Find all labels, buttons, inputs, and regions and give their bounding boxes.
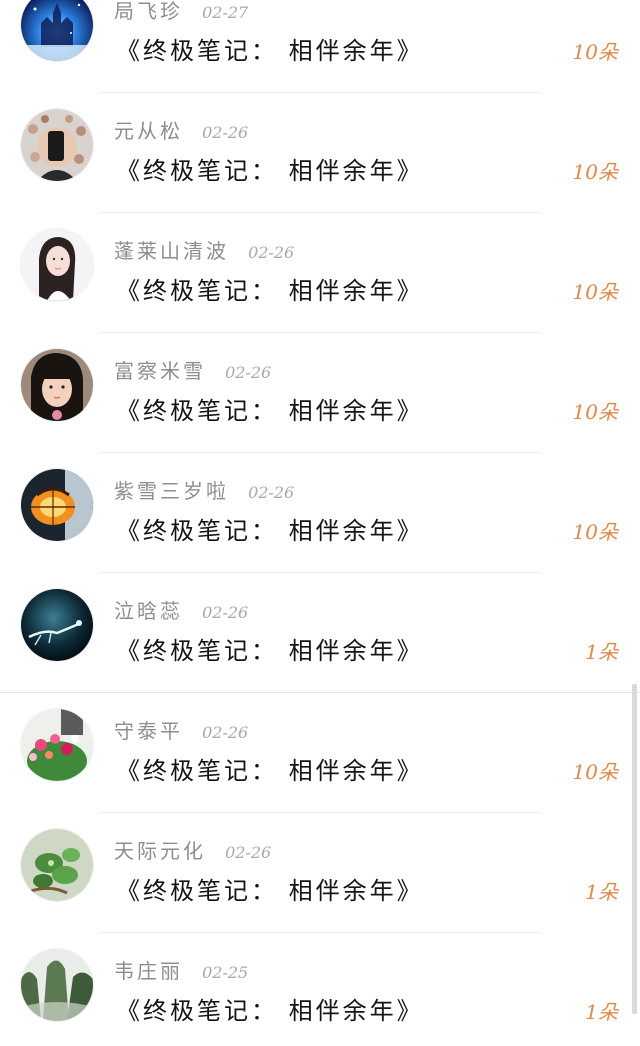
flower-count: 10朵 bbox=[572, 280, 618, 304]
flower-count: 10朵 bbox=[572, 400, 618, 424]
gift-date: 02-26 bbox=[248, 483, 295, 502]
flowers-avatar-icon[interactable] bbox=[21, 709, 93, 781]
list-item[interactable]: 紫雪三岁啦 02-26 《终极笔记： 相伴余年》 10朵 bbox=[0, 432, 640, 573]
list-item[interactable]: 守泰平 02-26 《终极笔记： 相伴余年》 10朵 bbox=[0, 672, 640, 813]
gift-date: 02-26 bbox=[202, 603, 249, 622]
gift-book-title: 《终极笔记： 相伴余年》 bbox=[116, 637, 424, 665]
gift-book-title: 《终极笔记： 相伴余年》 bbox=[116, 397, 424, 425]
flower-count: 1朵 bbox=[585, 880, 618, 904]
night-castle-avatar-icon[interactable] bbox=[21, 0, 93, 61]
gift-date: 02-27 bbox=[202, 3, 249, 22]
list-item[interactable]: 元从松 02-26 《终极笔记： 相伴余年》 10朵 bbox=[0, 72, 640, 213]
user-name[interactable]: 蓬莱山清波 bbox=[114, 239, 229, 263]
user-name[interactable]: 局飞珍 bbox=[114, 0, 183, 23]
list-item[interactable]: 韦庄丽 02-25 《终极笔记： 相伴余年》 1朵 bbox=[0, 912, 640, 1032]
gift-book-title: 《终极笔记： 相伴余年》 bbox=[116, 997, 424, 1025]
gift-book-title: 《终极笔记： 相伴余年》 bbox=[116, 757, 424, 785]
girl-portrait-avatar-icon[interactable] bbox=[21, 229, 93, 301]
plant-avatar-icon[interactable] bbox=[21, 829, 93, 901]
gift-date: 02-26 bbox=[225, 843, 272, 862]
gift-book-title: 《终极笔记： 相伴余年》 bbox=[116, 877, 424, 905]
gift-date: 02-26 bbox=[225, 363, 272, 382]
underwater-avatar-icon[interactable] bbox=[21, 589, 93, 661]
flower-count: 10朵 bbox=[572, 760, 618, 784]
lantern-avatar-icon[interactable] bbox=[21, 469, 93, 541]
gift-date: 02-25 bbox=[202, 963, 249, 982]
user-name[interactable]: 守泰平 bbox=[114, 719, 183, 743]
user-name[interactable]: 富察米雪 bbox=[114, 359, 206, 383]
list-item[interactable]: 蓬莱山清波 02-26 《终极笔记： 相伴余年》 10朵 bbox=[0, 192, 640, 333]
user-name[interactable]: 紫雪三岁啦 bbox=[114, 479, 229, 503]
gift-book-title: 《终极笔记： 相伴余年》 bbox=[116, 157, 424, 185]
gift-book-title: 《终极笔记： 相伴余年》 bbox=[116, 37, 424, 65]
user-name[interactable]: 泣晗蕊 bbox=[114, 599, 183, 623]
flower-count: 10朵 bbox=[572, 160, 618, 184]
mountain-avatar-icon[interactable] bbox=[21, 949, 93, 1021]
gift-book-title: 《终极笔记： 相伴余年》 bbox=[116, 277, 424, 305]
scrollbar[interactable] bbox=[632, 684, 637, 1014]
phone-selfie-avatar-icon[interactable] bbox=[21, 109, 93, 181]
user-name[interactable]: 天际元化 bbox=[114, 839, 206, 863]
flower-count: 10朵 bbox=[572, 40, 618, 64]
gift-date: 02-26 bbox=[202, 123, 249, 142]
gift-record-list: 局飞珍 02-27 《终极笔记： 相伴余年》 10朵 元从松 02-26 《终极… bbox=[0, 0, 640, 1032]
user-name[interactable]: 元从松 bbox=[114, 119, 183, 143]
gift-date: 02-26 bbox=[248, 243, 295, 262]
child-portrait-avatar-icon[interactable] bbox=[21, 349, 93, 421]
list-item[interactable]: 天际元化 02-26 《终极笔记： 相伴余年》 1朵 bbox=[0, 792, 640, 933]
flower-count: 1朵 bbox=[585, 640, 618, 664]
flower-count: 10朵 bbox=[572, 520, 618, 544]
gift-book-title: 《终极笔记： 相伴余年》 bbox=[116, 517, 424, 545]
gift-date: 02-26 bbox=[202, 723, 249, 742]
user-name[interactable]: 韦庄丽 bbox=[114, 959, 183, 983]
flower-count: 1朵 bbox=[585, 1000, 618, 1024]
list-item[interactable]: 富察米雪 02-26 《终极笔记： 相伴余年》 10朵 bbox=[0, 312, 640, 453]
list-item[interactable]: 局飞珍 02-27 《终极笔记： 相伴余年》 10朵 bbox=[0, 0, 640, 93]
list-item[interactable]: 泣晗蕊 02-26 《终极笔记： 相伴余年》 1朵 bbox=[0, 552, 640, 693]
